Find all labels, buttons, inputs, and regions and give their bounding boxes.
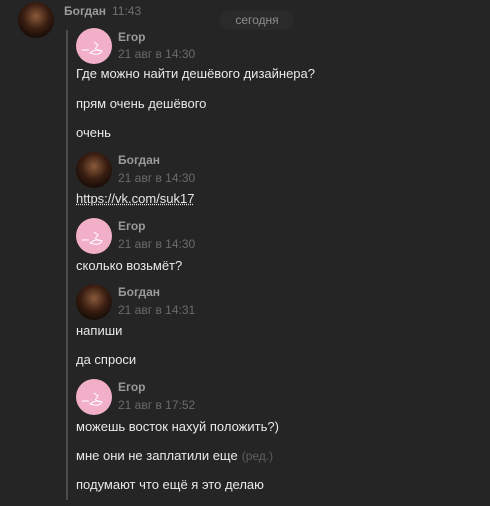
message-time[interactable]: 11:43 bbox=[112, 4, 141, 18]
quoted-sender[interactable]: Богдан bbox=[118, 285, 160, 299]
egor-avatar[interactable] bbox=[76, 28, 112, 64]
quoted-text: https://vk.com/suk17 bbox=[76, 191, 195, 206]
quoted-text: напиши bbox=[76, 323, 123, 338]
quoted-text: прям очень дешёвого bbox=[76, 96, 207, 111]
date-separator: сегодня bbox=[220, 10, 294, 30]
quoted-line: мне они не заплатили еще bbox=[76, 448, 238, 463]
sketch-icon bbox=[82, 41, 103, 55]
bogdan-avatar[interactable] bbox=[18, 2, 54, 38]
egor-avatar[interactable] bbox=[76, 379, 112, 415]
forwarded-quote-line bbox=[66, 30, 68, 500]
quoted-time: 21 авг в 14:30 bbox=[118, 47, 196, 61]
quoted-text: Где можно найти дешёвого дизайнера? bbox=[76, 66, 315, 81]
quoted-sender[interactable]: Егор bbox=[118, 30, 146, 44]
quoted-sender[interactable]: Егор bbox=[118, 380, 146, 394]
sketch-icon bbox=[82, 392, 103, 406]
quoted-text: очень bbox=[76, 125, 111, 140]
quoted-text: сколько возьмёт? bbox=[76, 258, 183, 273]
quoted-text: мне они не заплатили еще (ред.) bbox=[76, 448, 273, 463]
quoted-time: 21 авг в 17:52 bbox=[118, 398, 196, 412]
quoted-text: да спроси bbox=[76, 352, 137, 367]
quoted-sender[interactable]: Богдан bbox=[118, 153, 160, 167]
bogdan-avatar[interactable] bbox=[76, 284, 112, 320]
vk-link[interactable]: https://vk.com/suk17 bbox=[76, 191, 195, 206]
egor-avatar[interactable] bbox=[76, 218, 112, 254]
quoted-time: 21 авг в 14:30 bbox=[118, 237, 196, 251]
message-sender[interactable]: Богдан bbox=[64, 4, 106, 18]
bogdan-avatar[interactable] bbox=[76, 152, 112, 188]
quoted-time: 21 авг в 14:31 bbox=[118, 303, 196, 317]
sketch-icon bbox=[82, 231, 103, 245]
quoted-sender[interactable]: Егор bbox=[118, 219, 146, 233]
edited-label: (ред.) bbox=[241, 449, 274, 463]
quoted-text: подумают что ещё я это делаю bbox=[76, 477, 264, 492]
quoted-text: можешь восток нахуй положить?) bbox=[76, 419, 279, 434]
quoted-time: 21 авг в 14:30 bbox=[118, 171, 196, 185]
